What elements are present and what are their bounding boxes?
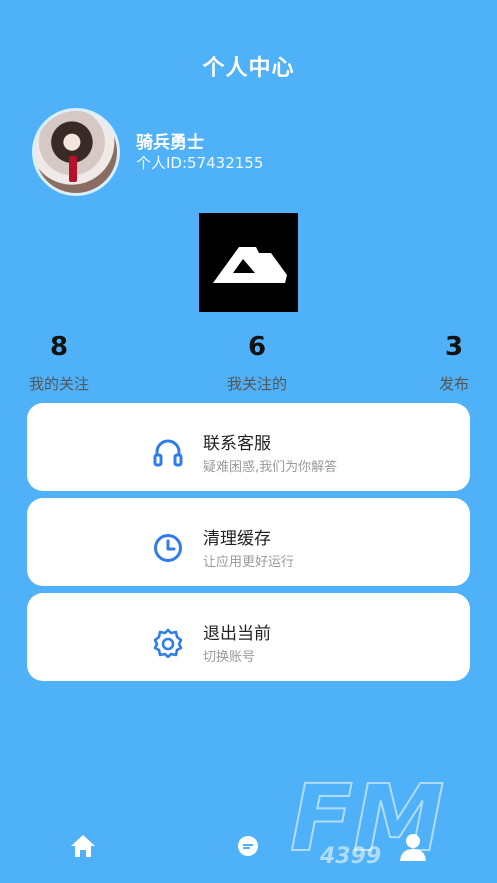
chat-icon[interactable] [234, 832, 262, 860]
headset-icon [153, 439, 183, 467]
app-logo [199, 213, 298, 312]
user-id: 个人ID:57432155 [136, 154, 264, 172]
tent-logo-icon [213, 247, 287, 283]
stat-followers-count: 6 [247, 332, 267, 362]
menu-clear-cache[interactable]: 清理缓存 让应用更好运行 [27, 498, 470, 586]
home-icon[interactable] [69, 832, 97, 860]
menu-contact-support-subtitle: 疑难困惑,我们为你解答 [203, 460, 338, 475]
menu-clear-cache-title: 清理缓存 [203, 529, 271, 549]
stat-following-label: 我的关注 [28, 375, 89, 393]
page-title: 个人中心 [202, 56, 295, 81]
settings-gear-icon [153, 628, 183, 658]
avatar[interactable] [32, 108, 120, 196]
menu-clear-cache-subtitle: 让应用更好运行 [203, 555, 295, 570]
username: 骑兵勇士 [136, 133, 204, 153]
menu-contact-support[interactable]: 联系客服 疑难困惑,我们为你解答 [27, 403, 470, 491]
menu-logout-subtitle: 切换账号 [203, 650, 256, 665]
menu-contact-support-title: 联系客服 [203, 434, 271, 454]
watermark-logo: FM 4399 [290, 770, 445, 870]
menu-logout-title: 退出当前 [203, 624, 271, 644]
stat-posts-count: 3 [444, 332, 464, 362]
watermark-sub-text: 4399 [319, 844, 381, 869]
stat-followers-label: 我关注的 [226, 375, 287, 393]
stat-posts-label: 发布 [438, 375, 469, 393]
clock-icon [154, 534, 182, 562]
stat-following-count: 8 [49, 332, 69, 362]
menu-logout[interactable]: 退出当前 切换账号 [27, 593, 470, 681]
